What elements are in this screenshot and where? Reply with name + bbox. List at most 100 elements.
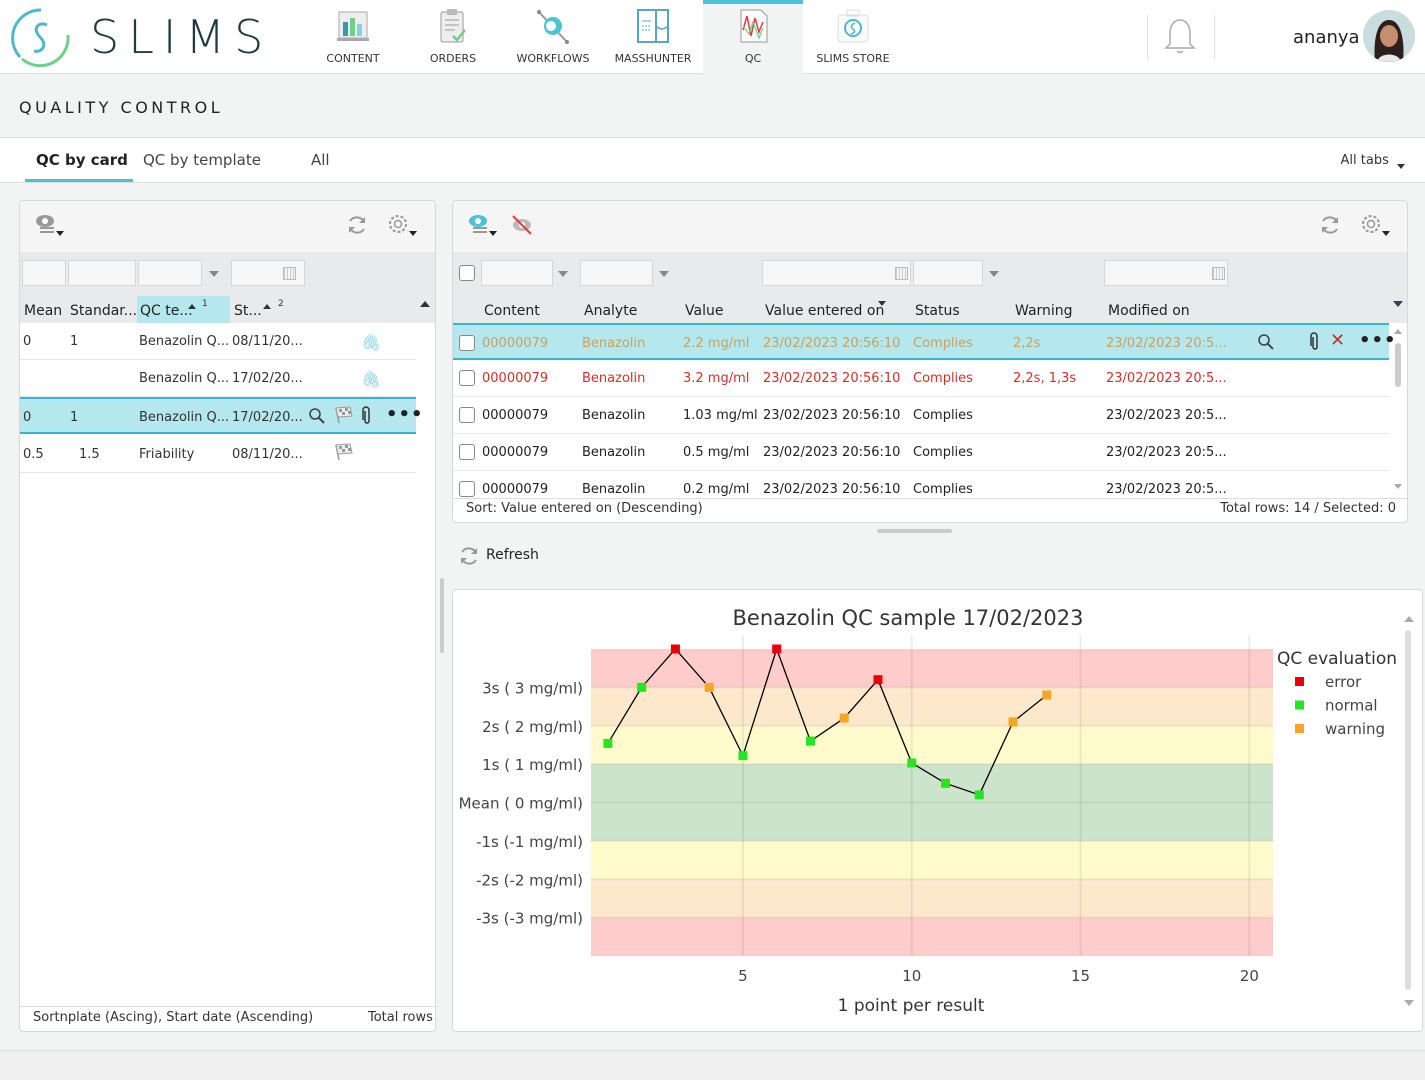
filter-content[interactable] bbox=[481, 260, 553, 286]
hide-visibility-icon[interactable] bbox=[511, 214, 533, 236]
calendar-icon[interactable] bbox=[895, 267, 908, 280]
filter-dropdown-icon[interactable] bbox=[558, 271, 568, 277]
tab-qc-by-template[interactable]: QC by template bbox=[143, 151, 261, 169]
nav-orders[interactable]: ORDERS bbox=[403, 0, 503, 74]
more-options-icon[interactable]: ••• bbox=[386, 404, 424, 425]
panel-splitter-handle[interactable] bbox=[440, 578, 444, 653]
row-checkbox[interactable] bbox=[459, 481, 475, 497]
data-point-normal bbox=[805, 736, 815, 746]
qc-icon bbox=[740, 9, 768, 43]
filter-status[interactable] bbox=[913, 260, 983, 286]
table-row[interactable]: 00000079 Benazolin 1.03 mg/ml 23/02/2023… bbox=[453, 397, 1389, 434]
left-toolbar bbox=[20, 201, 435, 253]
divider bbox=[453, 498, 1407, 499]
scroll-down-arrow[interactable] bbox=[1404, 1000, 1414, 1006]
filter-dropdown-icon[interactable] bbox=[659, 271, 669, 277]
nav-qc[interactable]: QC bbox=[703, 0, 803, 74]
column-header-status[interactable]: Status bbox=[915, 303, 960, 319]
refresh-icon[interactable] bbox=[1319, 214, 1341, 236]
calendar-icon[interactable] bbox=[1212, 267, 1225, 280]
delete-x-icon[interactable]: ✕ bbox=[1330, 330, 1345, 351]
tab-all[interactable]: All bbox=[311, 151, 330, 169]
select-all-checkbox[interactable] bbox=[459, 265, 475, 281]
view-options-icon[interactable] bbox=[34, 213, 68, 237]
user-avatar[interactable] bbox=[1363, 10, 1415, 62]
filter-qc-template[interactable] bbox=[138, 260, 202, 286]
scroll-down-arrow[interactable] bbox=[1394, 484, 1402, 489]
row-checkbox[interactable] bbox=[459, 335, 475, 351]
nav-workflows[interactable]: WORKFLOWS bbox=[503, 0, 603, 74]
scroll-up-arrow[interactable] bbox=[1394, 329, 1402, 334]
table-row[interactable]: 0 1 Benazolin Q... 08/11/20... 🖇 bbox=[20, 323, 416, 360]
table-row-selected[interactable]: 00000079 Benazolin 2.2 mg/ml 23/02/2023 … bbox=[453, 323, 1396, 360]
vertical-scrollbar-thumb[interactable] bbox=[1395, 343, 1401, 387]
column-header-qc-template[interactable]: QC te... 1 bbox=[137, 296, 230, 323]
column-header-start-date[interactable]: St... bbox=[234, 303, 262, 319]
notifications-bell-icon[interactable] bbox=[1163, 16, 1197, 56]
calendar-icon[interactable] bbox=[283, 267, 296, 280]
scroll-up-arrow[interactable] bbox=[1404, 616, 1414, 622]
column-header-content[interactable]: Content bbox=[484, 303, 540, 319]
data-point-warning bbox=[839, 713, 849, 723]
column-header-mean[interactable]: Mean bbox=[24, 303, 62, 319]
username[interactable]: ananya bbox=[1293, 27, 1360, 48]
filter-start-date[interactable] bbox=[231, 260, 305, 286]
column-header-warning[interactable]: Warning bbox=[1015, 303, 1073, 319]
workflows-icon bbox=[537, 10, 569, 44]
table-row-selected[interactable]: 0 1 Benazolin Q... 17/02/20... ••• bbox=[20, 397, 423, 434]
row-checkbox[interactable] bbox=[459, 444, 475, 460]
filter-dropdown-icon[interactable] bbox=[209, 271, 219, 277]
horizontal-splitter-handle[interactable] bbox=[877, 529, 952, 533]
tab-qc-by-card[interactable]: QC by card bbox=[36, 151, 128, 169]
view-options-icon[interactable] bbox=[467, 213, 501, 237]
all-tabs-dropdown[interactable]: All tabs bbox=[1341, 153, 1405, 169]
table-row[interactable]: Benazolin Q... 17/02/20... 🖇 bbox=[20, 360, 416, 397]
left-filter-bar: Mean Standar... QC te... 1 St... 2 bbox=[20, 253, 435, 323]
table-row[interactable]: 00000079 Benazolin 0.2 mg/ml 23/02/2023 … bbox=[453, 471, 1389, 498]
data-point-warning bbox=[1008, 717, 1018, 727]
more-options-icon[interactable]: ••• bbox=[1359, 330, 1397, 351]
top-navigation-bar: SLIMS CONTENT ORDERS WORKFLOWS MASSHUNTE… bbox=[0, 0, 1425, 74]
column-header-value-entered-on[interactable]: Value entered on bbox=[765, 303, 884, 319]
column-header-modified-on[interactable]: Modified on bbox=[1108, 303, 1190, 319]
sort-asc-icon bbox=[188, 304, 196, 309]
y-tick-label: 3s ( 3 mg/ml) bbox=[482, 679, 583, 697]
search-icon[interactable] bbox=[1257, 333, 1275, 351]
table-row[interactable]: 0.5 1.5 Friability 08/11/20... bbox=[20, 436, 416, 473]
column-menu-icon[interactable] bbox=[420, 301, 430, 307]
table-row[interactable]: 00000079 Benazolin 0.5 mg/ml 23/02/2023 … bbox=[453, 434, 1389, 471]
logo-text: SLIMS bbox=[90, 10, 273, 64]
search-icon[interactable] bbox=[308, 407, 326, 425]
legend-title: QC evaluation bbox=[1277, 649, 1397, 669]
settings-gear-icon[interactable] bbox=[1360, 213, 1392, 237]
checkered-flag-icon[interactable] bbox=[333, 443, 353, 461]
store-icon bbox=[837, 9, 869, 43]
checkered-flag-icon[interactable] bbox=[333, 406, 353, 424]
filter-value-entered-on[interactable] bbox=[762, 260, 911, 286]
attachment-paperclip-icon[interactable] bbox=[361, 406, 373, 426]
column-header-standard[interactable]: Standar... bbox=[70, 303, 137, 319]
nav-slims-store[interactable]: SLIMS STORE bbox=[803, 0, 903, 74]
column-header-analyte[interactable]: Analyte bbox=[584, 303, 637, 319]
filter-dropdown-icon[interactable] bbox=[989, 271, 999, 277]
filter-standard-deviation[interactable] bbox=[68, 260, 136, 286]
page-title: QUALITY CONTROL bbox=[19, 98, 224, 117]
table-row[interactable]: 00000079 Benazolin 3.2 mg/ml 23/02/2023 … bbox=[453, 360, 1389, 397]
attachment-paperclip-icon[interactable] bbox=[1309, 332, 1321, 352]
column-header-value[interactable]: Value bbox=[685, 303, 723, 319]
row-checkbox[interactable] bbox=[459, 370, 475, 386]
x-tick-label: 15 bbox=[1071, 967, 1090, 985]
attachment-paperclip-icon[interactable]: 🖇 bbox=[361, 370, 381, 389]
vertical-scrollbar-thumb[interactable] bbox=[1405, 630, 1411, 990]
row-checkbox[interactable] bbox=[459, 407, 475, 423]
y-tick-label: 1s ( 1 mg/ml) bbox=[482, 756, 583, 774]
filter-modified-on[interactable] bbox=[1104, 260, 1228, 286]
column-menu-icon[interactable] bbox=[1393, 301, 1403, 307]
refresh-icon[interactable] bbox=[346, 214, 368, 236]
filter-analyte[interactable] bbox=[580, 260, 653, 286]
nav-content[interactable]: CONTENT bbox=[303, 0, 403, 74]
filter-mean[interactable] bbox=[22, 260, 66, 286]
attachment-paperclip-icon[interactable]: 🖇 bbox=[361, 333, 381, 352]
settings-gear-icon[interactable] bbox=[387, 213, 419, 237]
nav-masshunter[interactable]: MASSHUNTER bbox=[603, 0, 703, 74]
